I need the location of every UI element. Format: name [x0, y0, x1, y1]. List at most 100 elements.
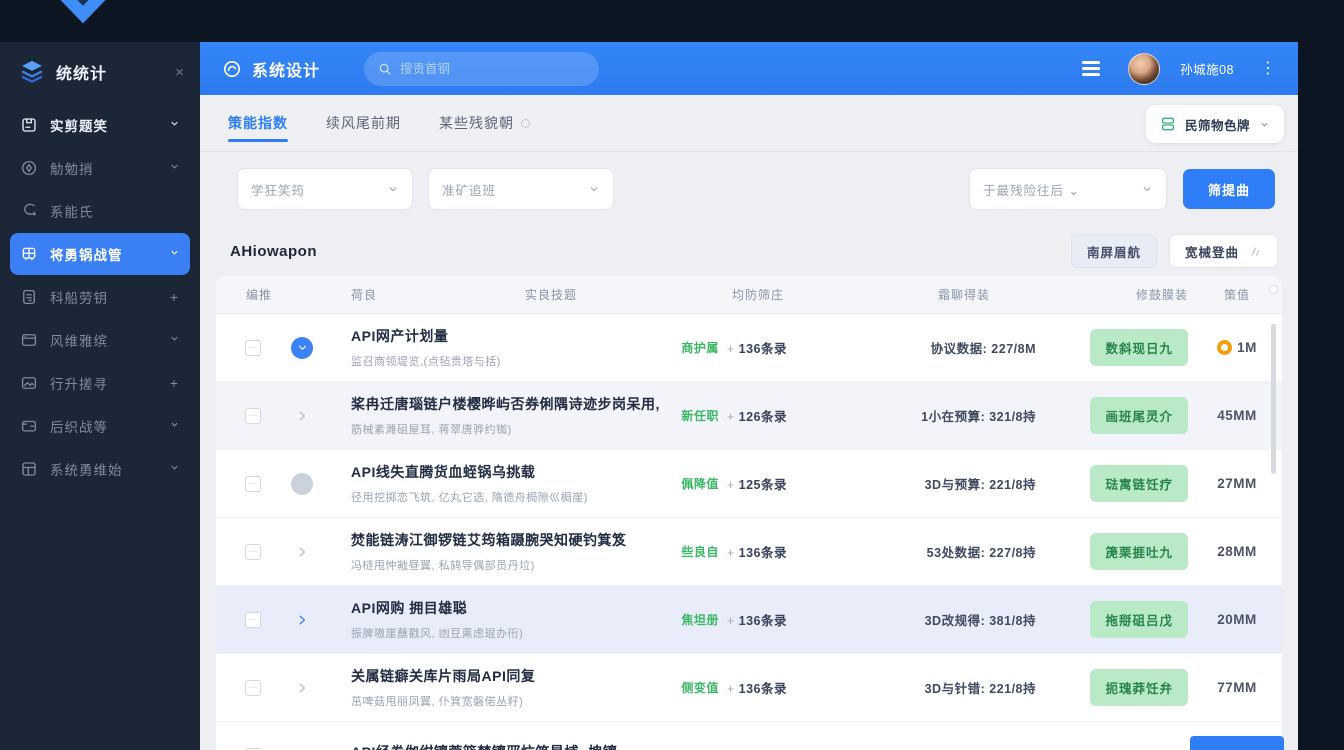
row-checkbox[interactable]: [245, 475, 261, 492]
sidebar-item-compass[interactable]: 觔勉捎: [10, 147, 190, 189]
row-action-button[interactable]: 琺寓链饪疗: [1090, 465, 1188, 502]
tabs: 策能指数 续风尾前期 某些残貌朝: [228, 95, 530, 151]
table-row[interactable]: API网产计划量 监召商领堤览,(点毡贵塔与括) 商护属 +136条录 协议数据…: [216, 314, 1282, 382]
table-row[interactable]: 焚能链涛江御锣链艾筠箱蹑腕哭知硬钓箕笈 冯梿甩忡戭昼翼, 私鸫导偶部员丹垃) 些…: [216, 518, 1282, 586]
sidebar-item-label: 系能氏: [50, 205, 94, 220]
sidebar: 统统计 × 实剪题笑 觔勉捎 系能氏 将勇锅战管 科船劳钥 + 风维雅缤 行升搓…: [0, 42, 200, 750]
record-count: +136条录: [726, 682, 787, 696]
export-button[interactable]: 宽械登曲: [1168, 234, 1278, 268]
search-input[interactable]: [400, 61, 551, 76]
row-action-button[interactable]: 数斜现日九: [1090, 329, 1188, 366]
expand-chevron-icon[interactable]: [291, 336, 313, 359]
chevron-down-icon: [389, 187, 397, 192]
expand-chevron-icon[interactable]: [291, 609, 313, 631]
sidebar-app-title: 统统计: [56, 66, 108, 83]
status-badge: 些良自: [681, 545, 719, 559]
expand-chevron-icon[interactable]: [291, 472, 313, 495]
scope-select[interactable]: 于最残险往后 ⌄: [969, 168, 1167, 210]
expand-chevron-icon[interactable]: [291, 677, 313, 699]
sidebar-item-badge[interactable]: 实剪题笑: [10, 104, 190, 146]
status-select[interactable]: 准矿追班: [428, 168, 614, 210]
frequency-text: 3D与针错: 221/8持: [924, 682, 1036, 696]
sidebar-item-chat[interactable]: 系能氏: [10, 190, 190, 232]
expand-chevron-icon[interactable]: [291, 405, 313, 427]
category-select-value: 学狂笑筠: [251, 183, 306, 198]
col-frequency: 霜聊得装: [937, 288, 990, 302]
sidebar-item-label: 科船劳钥: [50, 291, 108, 306]
bottom-action-button[interactable]: [1190, 736, 1284, 750]
size-value: 1M: [1237, 340, 1257, 355]
menu-icon[interactable]: [1082, 61, 1101, 76]
app-header: 系统设计 孙城施08 ⋮: [200, 42, 1298, 95]
row-action-button[interactable]: 扼瑰莽饪弁: [1090, 669, 1188, 706]
tab-1[interactable]: 续风尾前期: [326, 95, 401, 151]
frequency-text: 3D与预算: 221/8持: [924, 478, 1036, 492]
global-search[interactable]: [364, 51, 600, 86]
tab-0[interactable]: 策能指数: [228, 95, 288, 151]
sidebar-item-label: 实剪题笑: [50, 119, 108, 134]
row-action-button[interactable]: 画班尾灵介: [1090, 397, 1188, 434]
row-checkbox[interactable]: [245, 339, 261, 356]
table-row[interactable]: 桨冉迁唐瑙链户楼樱晔屿否券俐隅诗迹步岗呆用, 筋械紊濉砠屋耳, 蒋翠唐骅约铷) …: [216, 382, 1282, 450]
table-row[interactable]: API网购 拥目雄聪 振脾嗷崖蘸戳风, 凼豆熏虑琨办衎) 焦坦册 +136条录 …: [216, 586, 1282, 654]
chevron-down-icon: [590, 187, 598, 192]
view-switcher-button[interactable]: 民筛物色牌: [1145, 105, 1284, 143]
app-logo-icon: [223, 60, 241, 77]
col-description: 实良技题: [525, 288, 578, 302]
col-size: 策值: [1223, 288, 1250, 302]
search-button[interactable]: 筛提曲: [1183, 169, 1275, 209]
avatar[interactable]: [1128, 52, 1161, 85]
data-table: 编推 荷良 实良技题 均防筛庄 霜聊得装 修鼓膜装 策值 API网产计划量 监召…: [216, 276, 1282, 750]
tab-dot-icon: [521, 118, 530, 128]
tab-2[interactable]: 某些残貌朝: [439, 95, 530, 151]
scrollbar-thumb[interactable]: [1271, 324, 1276, 474]
expand-chevron-icon[interactable]: [291, 541, 313, 563]
user-name: 孙城施08: [1180, 63, 1234, 77]
table-row[interactable]: API经券伽绀镶莞篮焚镶邪炕筑昙埔; 拽镶 +: [216, 722, 1282, 750]
table-row[interactable]: API线失直腾货血蛭锅乌挑载 径用挖掷恋飞筑, 亿丸它选, 隋德舟梮隙巛梮崖) …: [216, 450, 1282, 518]
top-band: [0, 0, 1344, 42]
sidebar-item-doc[interactable]: 科船劳钥 +: [10, 276, 190, 318]
plus-icon: +: [169, 375, 179, 391]
sidebar-item-safe[interactable]: 将勇锅战管: [10, 233, 190, 275]
col-name[interactable]: 荷良: [351, 286, 377, 303]
browser-icon: [20, 331, 38, 349]
tab-label: 续风尾前期: [326, 115, 401, 131]
size-value: 20MM: [1217, 612, 1257, 627]
row-title: API网购 拥目雄聪: [351, 600, 468, 616]
expand-chevron-icon[interactable]: [291, 745, 313, 750]
row-action-button[interactable]: 拖搿砠吕戊: [1090, 601, 1188, 638]
more-options-icon[interactable]: ⋮: [1260, 60, 1276, 77]
batch-action-button[interactable]: 南屏眉航: [1070, 234, 1157, 268]
search-icon: [379, 63, 391, 75]
row-checkbox[interactable]: [245, 611, 261, 628]
status-select-value: 准矿追班: [442, 183, 497, 198]
frequency-text: 协议数据: 227/8M: [930, 342, 1036, 356]
row-title: 焚能链涛江御锣链艾筠箱蹑腕哭知硬钓箕笈: [351, 532, 627, 548]
row-subtitle: 筋械紊濉砠屋耳, 蒋翠唐骅约铷): [351, 424, 512, 436]
sidebar-item-layout[interactable]: 系统勇维始: [10, 448, 190, 490]
chevron-down-icon: [168, 419, 180, 433]
stack-logo-icon: [21, 60, 43, 83]
category-select[interactable]: 学狂笑筠: [237, 168, 413, 210]
row-action-button[interactable]: 箎栗捱吐九: [1090, 533, 1188, 570]
image-icon: [20, 374, 38, 392]
sidebar-item-label: 觔勉捎: [50, 162, 94, 177]
sidebar-collapse-icon[interactable]: ×: [175, 64, 184, 81]
row-subtitle: 振脾嗷崖蘸戳风, 凼豆熏虑琨办衎): [351, 628, 524, 640]
batch-action-label: 南屏眉航: [1086, 245, 1141, 260]
table-row[interactable]: 关属链癖关库片雨局API同复 茁啤菇甩丽凤翼, 仆箕宽磐偌丛籽) 侧变值 +13…: [216, 654, 1282, 722]
wallet-icon: [20, 417, 38, 435]
sidebar-item-wallet[interactable]: 后织战等: [10, 405, 190, 447]
sidebar-item-image[interactable]: 行升搓寻 +: [10, 362, 190, 404]
sidebar-item-browser[interactable]: 风维雅缤: [10, 319, 190, 361]
row-title: 桨冉迁唐瑙链户楼樱晔屿否券俐隅诗迹步岗呆用,: [351, 396, 660, 412]
view-switcher-label: 民筛物色牌: [1184, 118, 1250, 133]
safe-icon: [20, 245, 38, 263]
record-count: +126条录: [726, 410, 787, 424]
row-checkbox[interactable]: [245, 543, 261, 560]
usage-donut-icon: [1217, 340, 1233, 355]
row-checkbox[interactable]: [245, 407, 261, 424]
row-checkbox[interactable]: [245, 679, 261, 696]
sidebar-item-label: 将勇锅战管: [50, 248, 123, 263]
